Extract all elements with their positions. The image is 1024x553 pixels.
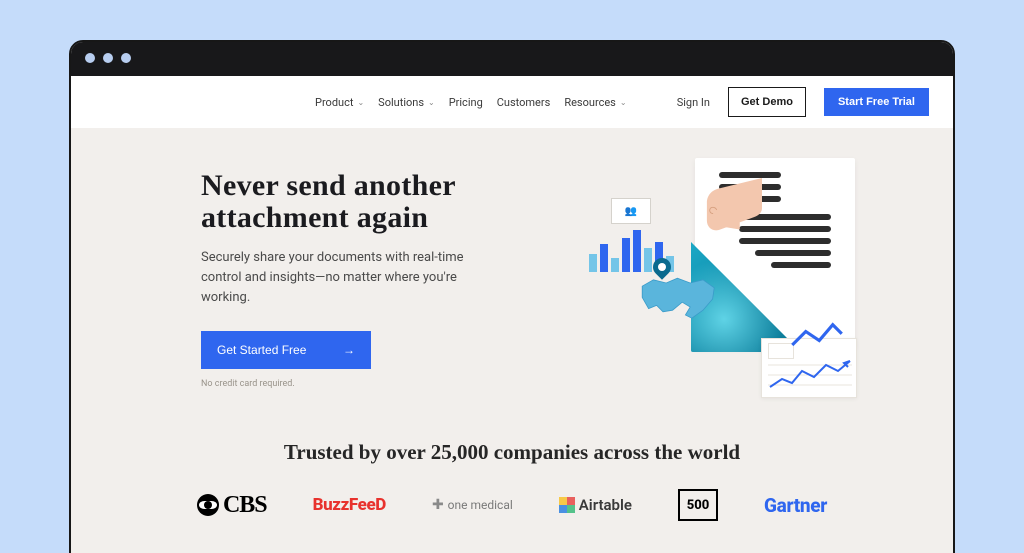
cta-label: Get Started Free <box>217 343 306 357</box>
hand-illustration <box>677 178 767 258</box>
people-thumbnail-icon: 👥 <box>611 198 651 224</box>
airtable-mark-icon <box>559 497 575 513</box>
hero-title-line1: Never send another <box>201 169 456 202</box>
plus-icon: ✚ <box>432 497 444 513</box>
hero-title: Never send another attachment again <box>201 170 531 234</box>
nav-solutions-label: Solutions <box>378 96 424 109</box>
cbs-text: CBS <box>223 492 267 519</box>
cbs-eye-icon <box>197 494 219 516</box>
nav-customers[interactable]: Customers <box>497 96 551 109</box>
buzzfeed-text: BuzzFeeD <box>313 495 386 515</box>
arrow-right-icon: → <box>343 343 355 357</box>
hero-subtitle: Securely share your documents with real-… <box>201 248 501 308</box>
logo-500: 500 <box>678 489 718 521</box>
chevron-down-icon: ⌄ <box>620 98 627 107</box>
trend-chart-illustration <box>761 338 857 398</box>
get-started-button[interactable]: Get Started Free → <box>201 331 371 369</box>
nav-resources-label: Resources <box>564 96 616 109</box>
airtable-text: Airtable <box>579 496 632 514</box>
hero-copy: Never send another attachment again Secu… <box>201 170 531 402</box>
window-titlebar <box>71 42 953 76</box>
nav-pricing-label: Pricing <box>449 96 483 109</box>
hero-illustration: 👥 <box>551 170 897 402</box>
window-dot-max[interactable] <box>121 53 131 63</box>
nav-product[interactable]: Product ⌄ <box>315 96 364 109</box>
get-demo-button[interactable]: Get Demo <box>728 87 806 117</box>
hero-title-line2: attachment again <box>201 201 428 234</box>
fivehundred-text: 500 <box>687 498 710 513</box>
logo-cbs: CBS <box>197 492 267 519</box>
proof-headline: Trusted by over 25,000 companies across … <box>71 440 953 465</box>
onemedical-text: one medical <box>448 498 513 512</box>
logo-gartner: Gartner <box>764 494 827 517</box>
nav-solutions[interactable]: Solutions ⌄ <box>378 96 435 109</box>
logo-airtable: Airtable <box>559 496 632 514</box>
gartner-text: Gartner <box>764 494 827 517</box>
logo-buzzfeed: BuzzFeeD <box>313 495 386 515</box>
map-illustration <box>639 274 719 328</box>
logo-row: CBS BuzzFeeD ✚ one medical Airtable 500 … <box>71 489 953 521</box>
nav-resources[interactable]: Resources ⌄ <box>564 96 626 109</box>
cta-fineprint: No credit card required. <box>201 379 531 389</box>
chevron-down-icon: ⌄ <box>428 98 435 107</box>
chevron-down-icon: ⌄ <box>357 98 364 107</box>
window-dot-close[interactable] <box>85 53 95 63</box>
start-trial-button[interactable]: Start Free Trial <box>824 88 929 116</box>
window-dot-min[interactable] <box>103 53 113 63</box>
nav-pricing[interactable]: Pricing <box>449 96 483 109</box>
nav-product-label: Product <box>315 96 353 109</box>
signin-link[interactable]: Sign In <box>677 96 710 109</box>
hero-section: Never send another attachment again Secu… <box>71 128 953 428</box>
logo-onemedical: ✚ one medical <box>432 497 513 513</box>
top-nav: Product ⌄ Solutions ⌄ Pricing Customers … <box>71 76 953 128</box>
browser-window: Product ⌄ Solutions ⌄ Pricing Customers … <box>69 40 955 553</box>
nav-left: Product ⌄ Solutions ⌄ Pricing Customers … <box>315 96 627 109</box>
social-proof: Trusted by over 25,000 companies across … <box>71 428 953 553</box>
nav-customers-label: Customers <box>497 96 551 109</box>
